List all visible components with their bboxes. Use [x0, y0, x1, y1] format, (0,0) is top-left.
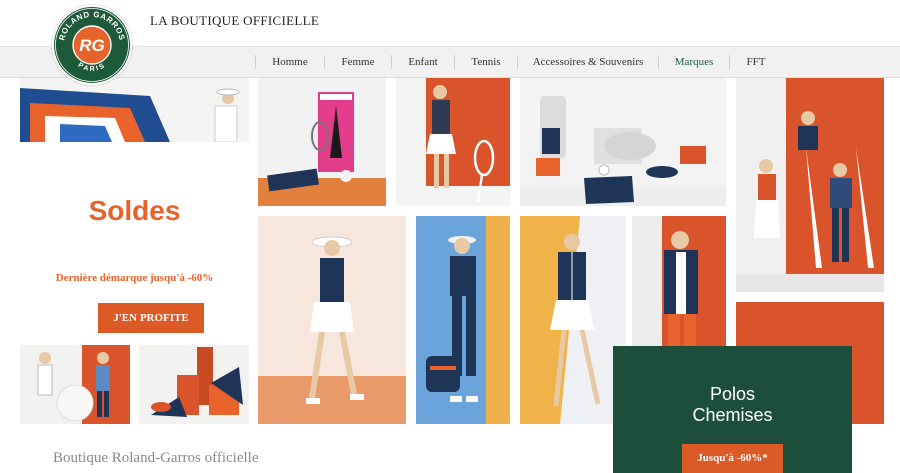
poster-towel-image[interactable] — [258, 78, 386, 206]
man-jacket-image[interactable] — [632, 216, 726, 346]
woman-dress-image[interactable] — [258, 216, 406, 424]
main-navigation: Homme Femme Enfant Tennis Accessoires & … — [0, 46, 900, 78]
scarf-photo-icon — [20, 78, 249, 142]
woman-racket-photo-icon — [396, 78, 510, 206]
nav-item-fft[interactable]: FFT — [730, 47, 782, 77]
kids-photo-icon — [20, 345, 130, 424]
nav-item-femme[interactable]: Femme — [325, 47, 391, 77]
sale-headline: Soldes — [88, 195, 181, 226]
poster-photo-icon — [258, 78, 386, 206]
logo-emblem-icon: ROLAND GARROS PARIS RG — [54, 7, 130, 83]
accessories-collection-photo-icon — [520, 78, 726, 206]
promo-card-title-line1: Polos — [709, 384, 756, 404]
promo-card-title-line2: Chemises — [692, 405, 773, 425]
sale-subtext: Dernière démarque jusqu'à -60% — [55, 272, 214, 284]
site-title[interactable]: LA BOUTIQUE OFFICIELLE — [150, 13, 319, 29]
banner-scarf-image[interactable] — [20, 78, 249, 142]
polos-chemises-promo-card[interactable]: Polos Chemises Jusqu'à -60%* — [613, 346, 852, 473]
accessories-photo-icon — [139, 345, 249, 424]
header: LA BOUTIQUE OFFICIELLE — [0, 0, 900, 46]
polos-discount-button[interactable]: Jusqu'à -60%* — [682, 444, 783, 473]
man-jacket-photo-icon — [632, 216, 726, 346]
woman-jacket-photo-icon — [520, 216, 626, 424]
nav-item-accessoires-souvenirs[interactable]: Accessoires & Souvenirs — [518, 47, 658, 77]
man-bag-image[interactable] — [416, 216, 510, 424]
shop-sale-button[interactable]: J'EN PROFITE — [98, 303, 204, 333]
nav-item-marques[interactable]: Marques — [659, 47, 729, 77]
nav-item-homme[interactable]: Homme — [256, 47, 324, 77]
page-footer-title: Boutique Roland-Garros officielle — [53, 450, 259, 466]
roland-garros-logo[interactable]: ROLAND GARROS PARIS RG — [52, 5, 132, 85]
nav-item-tennis[interactable]: Tennis — [455, 47, 517, 77]
family-ladder-image[interactable] — [736, 78, 884, 292]
svg-text:RG: RG — [79, 36, 105, 55]
accessories-tile-image[interactable] — [139, 345, 249, 424]
man-bag-photo-icon — [416, 216, 510, 424]
sale-promo-panel: Soldes Dernière démarque jusqu'à -60% J'… — [20, 142, 249, 345]
kids-tile-image[interactable] — [20, 345, 130, 424]
promo-card-title: Polos Chemises — [613, 384, 852, 426]
accessories-collection-image[interactable] — [520, 78, 726, 206]
woman-racket-image[interactable] — [396, 78, 510, 206]
woman-jacket-image[interactable] — [520, 216, 626, 424]
nav-item-enfant[interactable]: Enfant — [392, 47, 454, 77]
woman-dress-photo-icon — [258, 216, 406, 424]
family-ladder-photo-icon — [736, 78, 884, 292]
